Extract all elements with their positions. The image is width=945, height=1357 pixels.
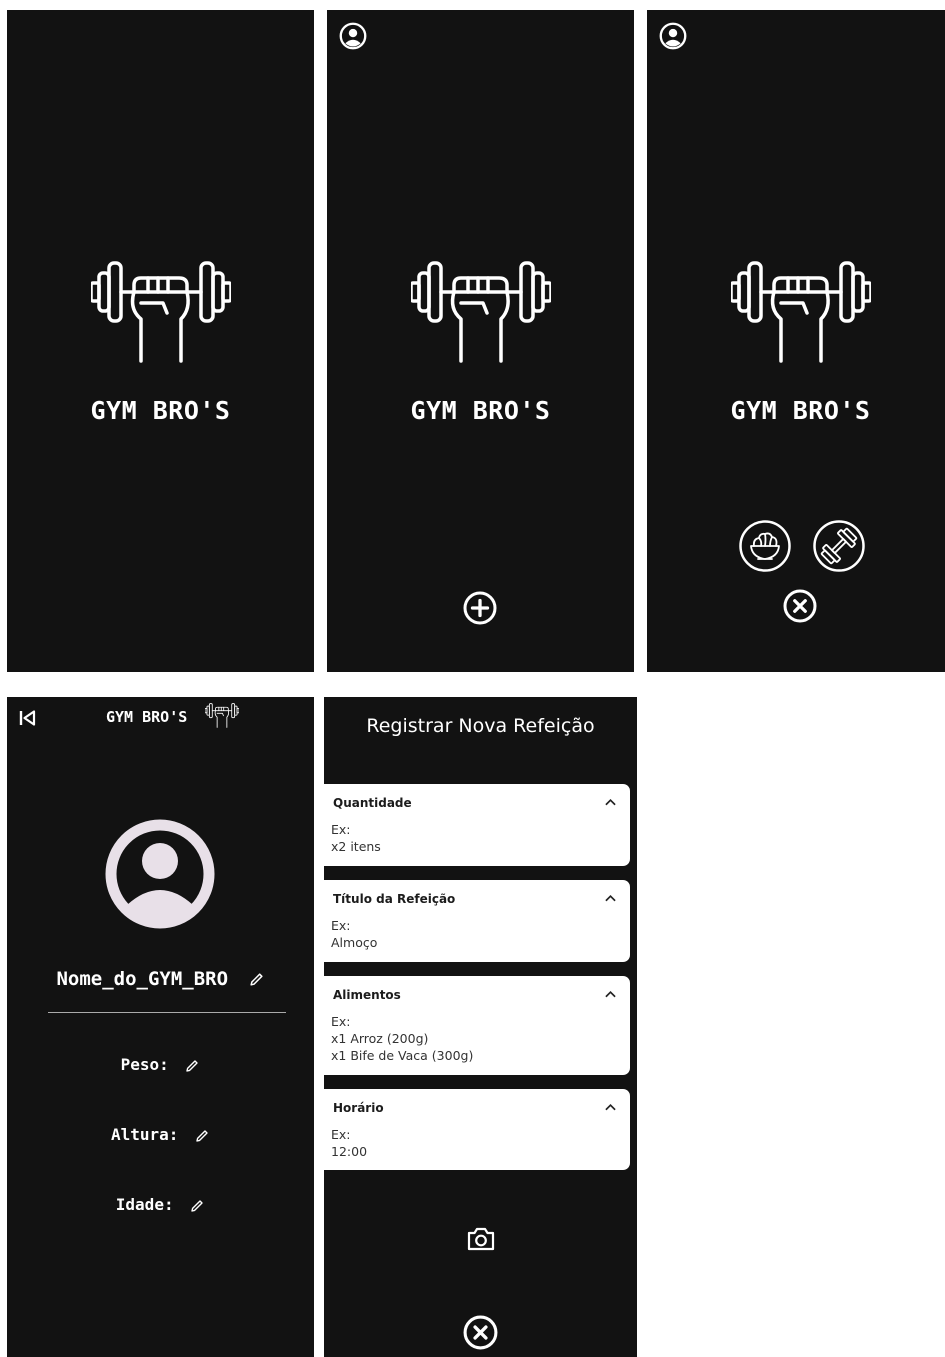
app-name: GYM BRO'S: [90, 396, 231, 425]
dumbbell-icon[interactable]: [812, 519, 866, 573]
skip-back-icon[interactable]: [18, 708, 38, 728]
x-circle-icon[interactable]: [782, 588, 818, 624]
home-screen: GYM BRO'S: [327, 10, 634, 672]
page-title: Registrar Nova Refeição: [366, 715, 595, 737]
dumbbell-hand-icon: [411, 261, 551, 363]
divider: [48, 1012, 286, 1013]
card-line: x1 Bife de Vaca (300g): [331, 1048, 474, 1063]
card-line: 12:00: [331, 1144, 368, 1159]
card-label: Alimentos: [333, 988, 401, 1002]
chevron-up-icon[interactable]: [605, 990, 616, 998]
salad-bowl-icon[interactable]: [738, 519, 792, 573]
card-content: Ex: 12:00: [331, 1126, 367, 1160]
card-line: Almoço: [331, 935, 378, 950]
card-line: Ex:: [331, 918, 351, 933]
card-label: Horário: [333, 1101, 384, 1115]
foods-card[interactable]: Alimentos Ex: x1 Arroz (200g) x1 Bife de…: [324, 976, 630, 1075]
user-circle-icon[interactable]: [339, 22, 367, 50]
height-label: Altura:: [110, 1125, 179, 1144]
user-circle-icon[interactable]: [659, 22, 687, 50]
x-circle-icon[interactable]: [462, 1314, 499, 1351]
dumbbell-hand-icon: [731, 261, 871, 363]
chevron-up-icon[interactable]: [605, 894, 616, 902]
camera-icon[interactable]: [466, 1226, 496, 1252]
username: Nome_do_GYM_BRO: [7, 968, 314, 990]
avatar[interactable]: [105, 819, 215, 929]
dumbbell-hand-icon: [91, 261, 231, 363]
card-label: Quantidade: [333, 796, 412, 810]
card-label: Título da Refeição: [333, 892, 456, 906]
pencil-icon[interactable]: [184, 1058, 200, 1074]
quantity-card[interactable]: Quantidade Ex: x2 itens: [324, 784, 630, 866]
weight-label: Peso:: [120, 1055, 169, 1074]
card-line: x1 Arroz (200g): [331, 1031, 429, 1046]
card-line: Ex:: [331, 1014, 351, 1029]
pencil-icon[interactable]: [194, 1128, 210, 1144]
pencil-icon[interactable]: [189, 1198, 205, 1214]
card-line: Ex:: [331, 822, 351, 837]
splash-screen: GYM BRO'S: [7, 10, 314, 672]
age-field[interactable]: Idade:: [7, 1195, 314, 1214]
card-line: x2 itens: [331, 839, 381, 854]
chevron-up-icon[interactable]: [605, 798, 616, 806]
card-line: Ex:: [331, 1127, 351, 1142]
card-content: Ex: x1 Arroz (200g) x1 Bife de Vaca (300…: [331, 1013, 473, 1064]
plus-circle-icon[interactable]: [462, 590, 498, 626]
chevron-up-icon[interactable]: [605, 1103, 616, 1111]
profile-screen: [7, 697, 314, 1357]
username-label: Nome_do_GYM_BRO: [56, 968, 229, 990]
weight-field[interactable]: Peso:: [7, 1055, 314, 1074]
meal-title-card[interactable]: Título da Refeição Ex: Almoço: [324, 880, 630, 962]
height-field[interactable]: Altura:: [7, 1125, 314, 1144]
profile-header-title: GYM BRO'S: [106, 708, 188, 726]
card-content: Ex: x2 itens: [331, 821, 381, 855]
time-card[interactable]: Horário Ex: 12:00: [324, 1089, 630, 1170]
pencil-icon[interactable]: [248, 971, 265, 988]
card-content: Ex: Almoço: [331, 917, 377, 951]
age-label: Idade:: [115, 1195, 174, 1214]
dumbbell-hand-icon: [205, 703, 239, 728]
app-name: GYM BRO'S: [730, 396, 871, 425]
home-menu-screen: GYM BRO'S: [647, 10, 945, 672]
app-name: GYM BRO'S: [410, 396, 551, 425]
